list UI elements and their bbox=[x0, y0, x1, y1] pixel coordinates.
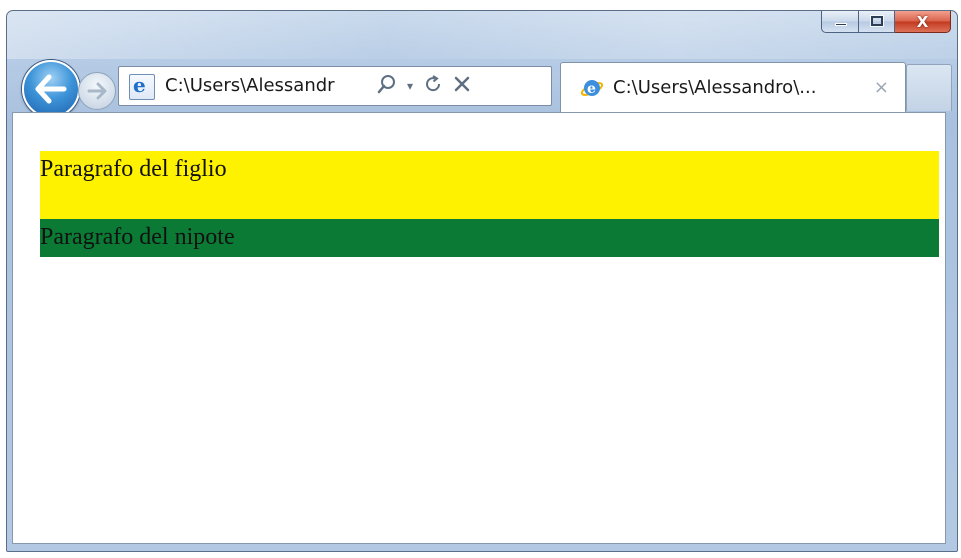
page-viewport: Paragrafo del figlio Paragrafo del nipot… bbox=[12, 112, 946, 544]
address-url[interactable]: C:\Users\Alessandr bbox=[165, 67, 365, 105]
ie-page-icon: e bbox=[129, 73, 155, 100]
minimize-icon bbox=[835, 23, 847, 26]
address-tools: ▾ bbox=[377, 67, 471, 105]
paragraph-child-text: Paragrafo del figlio bbox=[40, 156, 227, 182]
back-arrow-icon bbox=[35, 74, 67, 104]
forward-arrow-icon bbox=[87, 82, 107, 100]
minimize-button[interactable] bbox=[821, 11, 859, 33]
new-tab-button[interactable] bbox=[906, 64, 952, 111]
maximize-icon bbox=[870, 15, 884, 27]
title-bar bbox=[7, 11, 957, 59]
address-bar[interactable]: e C:\Users\Alessandr ▾ bbox=[118, 66, 552, 106]
refresh-icon[interactable] bbox=[423, 74, 443, 99]
ie-logo-icon: e bbox=[580, 80, 604, 97]
tab-close-button[interactable]: × bbox=[874, 63, 889, 113]
search-icon[interactable] bbox=[377, 74, 397, 99]
paragraph-child: Paragrafo del figlio bbox=[40, 151, 939, 219]
paragraph-grandchild: Paragrafo del nipote bbox=[40, 219, 939, 257]
back-button[interactable] bbox=[22, 60, 80, 118]
stop-icon[interactable] bbox=[453, 74, 471, 98]
close-window-button[interactable]: X bbox=[895, 11, 951, 33]
maximize-button[interactable] bbox=[859, 11, 895, 33]
tab-title: C:\Users\Alessandro\... bbox=[613, 77, 817, 98]
close-icon: X bbox=[916, 13, 929, 31]
dropdown-arrow-icon[interactable]: ▾ bbox=[407, 79, 413, 93]
tab-active[interactable]: e C:\Users\Alessandro\... × bbox=[560, 62, 906, 112]
svg-text:e: e bbox=[587, 81, 596, 97]
paragraph-grandchild-text: Paragrafo del nipote bbox=[40, 224, 235, 250]
forward-button[interactable] bbox=[78, 72, 116, 110]
caption-buttons: X bbox=[821, 11, 951, 33]
